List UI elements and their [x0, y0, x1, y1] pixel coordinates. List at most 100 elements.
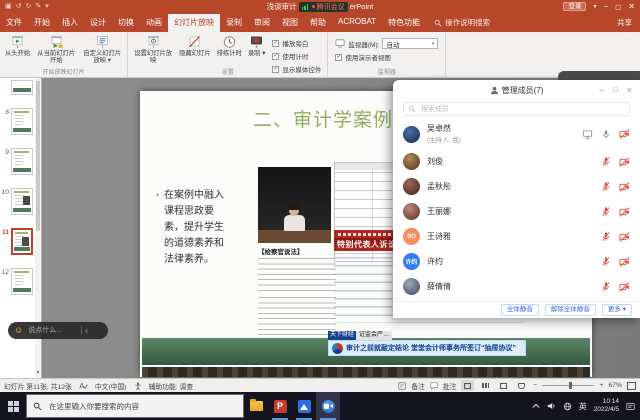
camera-off-icon[interactable]: [619, 129, 630, 139]
slide-thumbnail-9[interactable]: 9: [0, 148, 35, 175]
taskbar-search-box[interactable]: [26, 394, 244, 418]
volume-icon[interactable]: [547, 402, 556, 410]
ribbon-tab-开始[interactable]: 开始: [28, 14, 56, 32]
taskbar-app-file-explorer-icon[interactable]: [244, 392, 268, 420]
ribbon-button-录制 ▾[interactable]: 录制 ▾: [245, 34, 269, 65]
ribbon-button-隐藏幻灯片[interactable]: 隐藏幻灯片: [176, 34, 213, 65]
screen-share-icon[interactable]: [582, 129, 593, 140]
slide-number-indicator[interactable]: 幻灯片 第11张, 共12张: [4, 381, 72, 391]
action-center-icon[interactable]: [626, 402, 635, 411]
taskbar-app-tencent-docs-icon[interactable]: [292, 392, 316, 420]
member-row-王诗雅[interactable]: SO王诗雅: [403, 224, 630, 249]
member-row-薛倩倩[interactable]: 薛倩倩: [403, 274, 630, 299]
share-button[interactable]: 共享: [617, 17, 632, 28]
slide-thumbnail-11[interactable]: 11: [0, 228, 35, 255]
mic-off-icon[interactable]: [601, 256, 611, 267]
accessibility-status[interactable]: 辅助功能: 调查: [149, 381, 194, 391]
thumbnail-preview[interactable]: [11, 188, 33, 215]
taskbar-search-input[interactable]: [47, 401, 237, 412]
mic-off-icon[interactable]: [601, 181, 611, 192]
mic-off-icon[interactable]: [601, 281, 611, 292]
scroll-down-arrow-icon[interactable]: ▼: [35, 370, 41, 376]
ribbon-button-排练计时[interactable]: 排练计时: [214, 34, 245, 65]
monitor-select[interactable]: 自动▾: [382, 38, 438, 49]
member-search-input[interactable]: [419, 105, 625, 114]
zoom-level[interactable]: 67%: [608, 382, 622, 389]
thumbnail-preview[interactable]: [11, 80, 33, 95]
start-button[interactable]: [0, 392, 26, 420]
member-row-许约[interactable]: 许约许约: [403, 249, 630, 274]
slide-video[interactable]: [258, 167, 331, 243]
mic-on-icon[interactable]: [601, 129, 611, 140]
slide-thumbnail-8[interactable]: 8: [0, 108, 35, 135]
fit-to-window-icon[interactable]: [627, 382, 636, 390]
camera-off-icon[interactable]: [619, 232, 630, 242]
ribbon-checkbox-播放旁白[interactable]: ✓播放旁白: [272, 38, 321, 48]
tell-me-search[interactable]: 操作说明搜索: [434, 17, 490, 28]
slide-thumbnail-12[interactable]: 12: [0, 268, 35, 295]
ribbon-tab-设计[interactable]: 设计: [84, 14, 112, 32]
ribbon-tab-动画[interactable]: 动画: [140, 14, 168, 32]
danmaku-bar[interactable]: ☺ ‹: [8, 322, 108, 339]
camera-off-icon[interactable]: [619, 157, 630, 167]
camera-off-icon[interactable]: [619, 182, 630, 192]
slideshow-view-button[interactable]: [515, 380, 528, 391]
member-row-孟秋彤[interactable]: 孟秋彤: [403, 174, 630, 199]
mic-off-icon[interactable]: [601, 231, 611, 242]
spellcheck-icon[interactable]: [79, 382, 88, 390]
ribbon-tab-ACROBAT[interactable]: ACROBAT: [332, 14, 382, 32]
member-search-box[interactable]: [403, 102, 630, 116]
hidden-icons-chevron-icon[interactable]: [532, 403, 540, 409]
clock[interactable]: 10:14 2022/4/5: [594, 398, 619, 415]
notes-button[interactable]: 备注: [411, 381, 425, 391]
member-row-吴卓然[interactable]: 吴卓然(主持人, 我): [403, 119, 630, 149]
taskbar-app-powerpoint-icon[interactable]: P: [268, 392, 292, 420]
collapse-arrow-icon[interactable]: ‹: [85, 327, 88, 335]
ribbon-tab-幻灯片放映[interactable]: 幻灯片放映: [168, 14, 220, 32]
ribbon-tab-切换[interactable]: 切换: [112, 14, 140, 32]
member-row-刘俊[interactable]: 刘俊: [403, 149, 630, 174]
ribbon-tab-审阅[interactable]: 审阅: [248, 14, 276, 32]
checkbox-icon[interactable]: ✓: [272, 40, 279, 47]
taskbar-app-tencent-meeting-icon[interactable]: [316, 392, 340, 420]
normal-view-button[interactable]: [461, 380, 474, 391]
panel-footer-button-全体静音[interactable]: 全体静音: [501, 304, 539, 316]
slide-sorter-view-button[interactable]: [479, 380, 492, 391]
ribbon-checkbox-使用计时[interactable]: ✓使用计时: [272, 51, 321, 61]
panel-minimize-icon[interactable]: −: [599, 86, 604, 95]
ribbon-button-自定义幻灯片放映 ▾[interactable]: 自定义幻灯片放映 ▾: [79, 34, 125, 65]
ribbon-tab-录制[interactable]: 录制: [220, 14, 248, 32]
ribbon-button-从头开始[interactable]: 从头开始: [2, 34, 33, 65]
comments-button[interactable]: 批注: [443, 381, 457, 391]
danmaku-input[interactable]: [26, 326, 78, 335]
checkbox-icon[interactable]: ✓: [272, 53, 279, 60]
camera-off-icon[interactable]: [619, 207, 630, 217]
panel-maximize-icon[interactable]: □: [613, 86, 618, 94]
member-row-王丽娜[interactable]: 王丽娜: [403, 199, 630, 224]
slide-thumbnail-partial[interactable]: [0, 80, 35, 95]
emoji-icon[interactable]: ☺: [14, 326, 23, 335]
thumbnail-preview[interactable]: [11, 148, 33, 175]
mic-off-icon[interactable]: [601, 156, 611, 167]
camera-off-icon[interactable]: [619, 257, 630, 267]
ribbon-tab-特色功能[interactable]: 特色功能: [382, 14, 426, 32]
meeting-status-widget[interactable]: 腾讯会议: [299, 2, 348, 12]
presenter-view-checkbox[interactable]: ✓: [335, 54, 342, 61]
language-indicator[interactable]: 中文(中国): [95, 381, 127, 391]
thumbnail-preview[interactable]: [11, 268, 33, 295]
ribbon-button-设置幻灯片放映[interactable]: 设置幻灯片放映: [130, 34, 176, 65]
network-icon[interactable]: [563, 402, 572, 411]
panel-footer-button-更多 ▾[interactable]: 更多 ▾: [602, 304, 632, 316]
ribbon-tab-视图[interactable]: 视图: [276, 14, 304, 32]
slide-thumbnail-10[interactable]: 10: [0, 188, 35, 215]
panel-close-icon[interactable]: ×: [627, 86, 632, 95]
camera-off-icon[interactable]: [619, 282, 630, 292]
ribbon-button-从当前幻灯片开始[interactable]: 从当前幻灯片开始: [33, 34, 79, 65]
mic-off-icon[interactable]: [601, 206, 611, 217]
zoom-in-button[interactable]: +: [599, 382, 603, 389]
zoom-slider[interactable]: [542, 385, 594, 386]
thumbnail-preview[interactable]: [11, 108, 33, 135]
ribbon-tab-文件[interactable]: 文件: [0, 14, 28, 32]
zoom-out-button[interactable]: −: [533, 382, 537, 389]
reading-view-button[interactable]: [497, 380, 510, 391]
